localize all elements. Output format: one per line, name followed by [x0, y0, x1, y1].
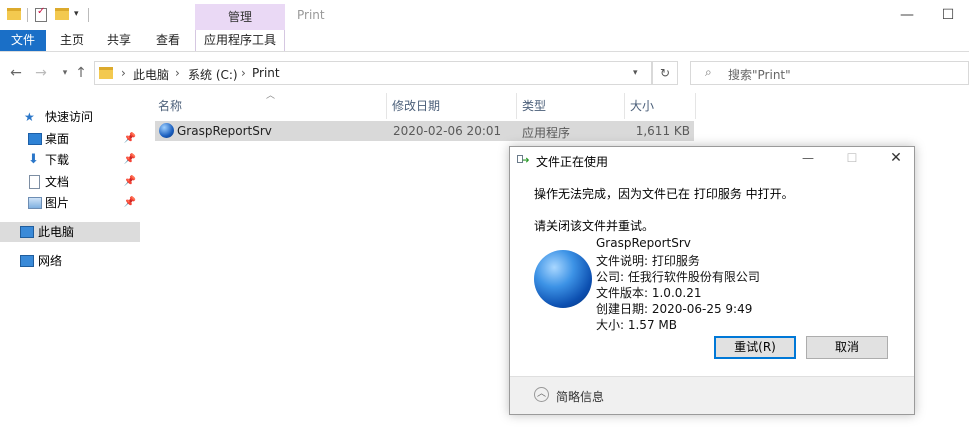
column-name[interactable]: 名称	[158, 95, 182, 117]
file-row[interactable]: GraspReportSrv 2020-02-06 20:01 应用程序 1,6…	[155, 121, 694, 141]
dialog-message: 操作无法完成，因为文件已在 打印服务 中打开。	[534, 187, 794, 201]
dialog-title: 文件正在使用	[536, 155, 609, 169]
file-company-line: 公司: 任我行软件股份有限公司	[596, 270, 760, 284]
file-in-use-icon: ➜	[517, 155, 530, 166]
nav-documents[interactable]: 文档 📌	[16, 172, 140, 192]
nav-quick-access[interactable]: ★ 快速访问	[16, 107, 140, 127]
minimize-button[interactable]: —	[884, 2, 930, 28]
nav-desktop-label: 桌面	[45, 132, 70, 146]
nav-desktop[interactable]: 桌面 📌	[16, 129, 140, 149]
tab-file[interactable]: 文件	[0, 30, 46, 51]
file-description-line: 文件说明: 打印服务	[596, 254, 700, 268]
navigation-bar: ← → ▾ ↑ › 此电脑 › 系统 (C:) › Print ▾ ↻ ⌕ 搜索…	[0, 58, 969, 88]
column-divider[interactable]	[624, 93, 625, 119]
document-icon	[29, 175, 40, 189]
cancel-button[interactable]: 取消	[806, 336, 888, 359]
desktop-icon	[28, 133, 42, 145]
back-button[interactable]: ←	[8, 64, 24, 82]
nav-quick-access-label: 快速访问	[45, 110, 94, 124]
breadcrumb-this-pc[interactable]: 此电脑	[133, 66, 169, 83]
recent-locations-button[interactable]: ▾	[57, 64, 73, 82]
dialog-minimize-button[interactable]: —	[793, 151, 823, 171]
pin-icon[interactable]: 📌	[124, 172, 136, 192]
separator	[27, 8, 28, 22]
refresh-button[interactable]: ↻	[652, 61, 678, 85]
file-created-line: 创建日期: 2020-06-25 9:49	[596, 302, 753, 316]
file-size: 1,611 KB	[635, 124, 690, 138]
dialog-footer: ︿ 简略信息	[510, 376, 914, 414]
forward-button[interactable]: →	[33, 64, 49, 82]
new-folder-icon[interactable]	[55, 8, 69, 20]
nav-downloads[interactable]: ⬇ 下载 📌	[16, 150, 140, 170]
column-divider[interactable]	[695, 93, 696, 119]
ribbon-tabs: 文件 主页 共享 查看 应用程序工具	[0, 30, 969, 52]
nav-pictures[interactable]: 图片 📌	[16, 193, 140, 213]
file-in-use-dialog: ➜ 文件正在使用 — ☐ ✕ 操作无法完成，因为文件已在 打印服务 中打开。 请…	[509, 146, 915, 415]
sort-ascending-icon: ︿	[266, 91, 276, 101]
fewer-details-toggle[interactable]: 简略信息	[556, 388, 604, 405]
nav-this-pc-label: 此电脑	[38, 225, 75, 239]
address-history-chevron-icon[interactable]: ▾	[633, 68, 638, 78]
file-type: 应用程序	[522, 126, 571, 140]
chevron-up-icon[interactable]: ︿	[534, 387, 549, 402]
file-name-line: GraspReportSrv	[596, 236, 691, 250]
app-globe-icon	[159, 123, 174, 138]
app-globe-icon	[534, 250, 592, 308]
customize-qat-icon[interactable]: ▾	[74, 9, 79, 19]
star-icon: ★	[24, 110, 35, 124]
network-icon	[20, 255, 34, 267]
window-title: Print	[297, 8, 325, 22]
file-name: GraspReportSrv	[177, 124, 272, 138]
column-divider[interactable]	[386, 93, 387, 119]
search-input[interactable]: 搜索"Print"	[728, 66, 791, 83]
context-tab-manage[interactable]: 管理	[195, 4, 285, 30]
search-icon: ⌕	[705, 65, 712, 79]
tab-application-tools[interactable]: 应用程序工具	[195, 30, 285, 51]
column-type[interactable]: 类型	[522, 95, 546, 117]
maximize-button[interactable]: ☐	[925, 2, 969, 28]
title-bar: ✓ ▾ 管理 Print — ☐	[0, 0, 969, 30]
nav-downloads-label: 下载	[45, 153, 70, 167]
separator	[88, 8, 89, 22]
file-date: 2020-02-06 20:01	[393, 124, 502, 138]
properties-icon[interactable]: ✓	[35, 6, 47, 22]
nav-network-label: 网络	[38, 254, 63, 268]
chevron-right-icon[interactable]: ›	[175, 66, 180, 80]
tab-home[interactable]: 主页	[54, 30, 90, 51]
tab-share[interactable]: 共享	[101, 30, 137, 51]
picture-icon	[28, 197, 42, 209]
tab-view[interactable]: 查看	[150, 30, 186, 51]
column-date-modified[interactable]: 修改日期	[392, 95, 440, 117]
column-divider[interactable]	[516, 93, 517, 119]
computer-icon	[20, 226, 34, 238]
folder-icon	[7, 8, 21, 20]
dialog-hint: 请关闭该文件并重试。	[534, 219, 655, 233]
dialog-close-button[interactable]: ✕	[881, 150, 911, 170]
nav-documents-label: 文档	[45, 175, 70, 189]
nav-pictures-label: 图片	[45, 196, 70, 210]
folder-icon	[99, 67, 113, 79]
search-box[interactable]: ⌕ 搜索"Print"	[690, 61, 969, 85]
nav-this-pc[interactable]: 此电脑	[0, 222, 140, 242]
breadcrumb-print[interactable]: Print	[252, 66, 280, 80]
pin-icon[interactable]: 📌	[124, 193, 136, 213]
pin-icon[interactable]: 📌	[124, 150, 136, 170]
nav-network[interactable]: 网络	[16, 251, 140, 271]
retry-button[interactable]: 重试(R)	[714, 336, 796, 359]
breadcrumb-drive-c[interactable]: 系统 (C:)	[188, 66, 238, 83]
chevron-right-icon[interactable]: ›	[241, 66, 246, 80]
download-icon: ⬇	[28, 152, 39, 167]
file-version-line: 文件版本: 1.0.0.21	[596, 286, 702, 300]
column-size[interactable]: 大小	[630, 95, 654, 117]
address-bar[interactable]: › 此电脑 › 系统 (C:) › Print ▾	[94, 61, 652, 85]
up-button[interactable]: ↑	[73, 64, 89, 82]
pin-icon[interactable]: 📌	[124, 129, 136, 149]
chevron-right-icon[interactable]: ›	[121, 66, 126, 80]
file-size-line: 大小: 1.57 MB	[596, 318, 677, 332]
dialog-maximize-button[interactable]: ☐	[837, 151, 867, 171]
